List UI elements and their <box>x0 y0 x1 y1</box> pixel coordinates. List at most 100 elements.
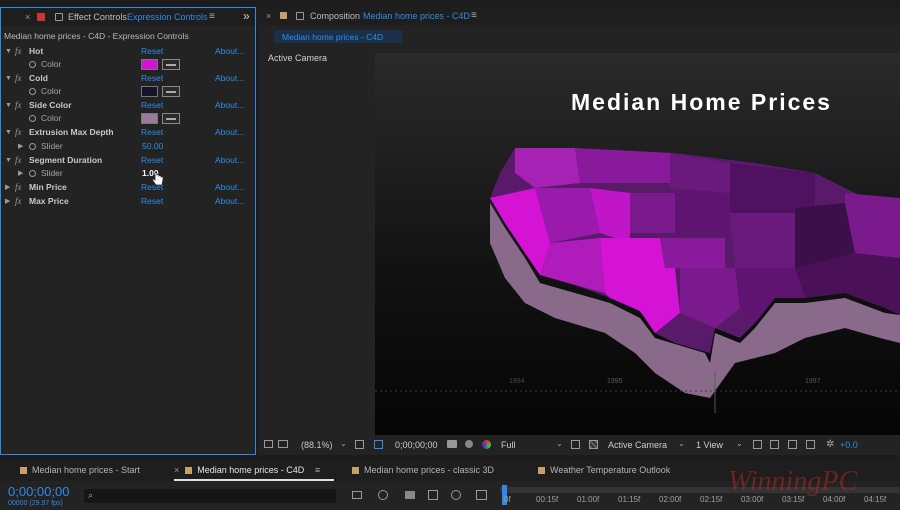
collapse-triangle-icon[interactable]: ▶ <box>5 181 10 194</box>
expand-triangle-icon[interactable]: ▼ <box>5 72 12 85</box>
camera-view-select[interactable]: Active Camera <box>608 440 667 450</box>
reset-button[interactable]: Reset <box>141 154 163 167</box>
timeline-tab-label[interactable]: Weather Temperature Outlook <box>550 465 670 475</box>
timeline-tab-weather[interactable]: Weather Temperature Outlook <box>538 459 670 481</box>
color-swatch[interactable] <box>141 113 158 124</box>
exposure-icon[interactable]: ✲ <box>826 439 834 450</box>
draft-3d-icon[interactable] <box>378 490 388 500</box>
about-button[interactable]: About... <box>215 126 244 139</box>
shy-layers-icon[interactable] <box>405 491 415 499</box>
color-swatch[interactable] <box>141 59 158 70</box>
timeline-tab-label[interactable]: Median home prices - C4D <box>197 465 304 475</box>
fx-icon[interactable]: fx <box>15 72 22 85</box>
toggle-pixel-aspect-icon[interactable] <box>753 440 762 449</box>
mask-visibility-icon[interactable] <box>374 440 383 449</box>
zoom-level[interactable]: (88.1%) <box>301 440 333 450</box>
zoom-dropdown-icon[interactable]: ⌄ <box>340 439 347 448</box>
reset-button[interactable]: Reset <box>141 72 163 85</box>
color-channel-icon[interactable] <box>482 440 491 449</box>
close-tab-icon[interactable]: × <box>25 12 30 22</box>
panel-menu-icon[interactable]: ≡ <box>209 11 215 22</box>
timeline-tab-label[interactable]: Median home prices - classic 3D <box>364 465 494 475</box>
timeline-timecode[interactable]: 0;00;00;00 <box>8 484 69 499</box>
expand-triangle-icon[interactable]: ▶ <box>18 167 23 180</box>
timeline-tab-classic-3d[interactable]: Median home prices - classic 3D <box>352 459 494 481</box>
about-button[interactable]: About... <box>215 99 244 112</box>
composition-viewer[interactable]: Median Home Prices 1994 1995 1996 1997 <box>375 53 900 435</box>
effect-controls-tab-target[interactable]: Expression Controls <box>127 12 208 22</box>
lock-icon[interactable] <box>55 13 63 21</box>
exposure-value[interactable]: +0.0 <box>840 440 858 450</box>
composition-tab-target[interactable]: Median home prices - C4D <box>363 11 470 21</box>
region-of-interest-icon[interactable] <box>571 440 580 449</box>
slider-value[interactable]: 50.00 <box>142 140 163 153</box>
eyedropper-icon[interactable] <box>162 113 180 124</box>
snapshot-camera-icon[interactable] <box>447 440 457 448</box>
about-button[interactable]: About... <box>215 195 244 208</box>
expand-triangle-icon[interactable]: ▼ <box>5 126 12 139</box>
color-swatch[interactable] <box>141 86 158 97</box>
fx-icon[interactable]: fx <box>15 45 22 58</box>
monitor-icon[interactable] <box>278 440 288 448</box>
current-timecode[interactable]: 0;00;00;00 <box>395 440 438 450</box>
stopwatch-icon[interactable] <box>29 170 36 177</box>
expand-triangle-icon[interactable]: ▶ <box>18 140 23 153</box>
flowchart-icon[interactable] <box>806 440 815 449</box>
composition-flowchart-icon[interactable] <box>352 491 362 499</box>
stopwatch-icon[interactable] <box>29 61 36 68</box>
effect-row-segment-duration[interactable]: ▼ fx Segment Duration Reset About... <box>1 154 255 167</box>
about-button[interactable]: About... <box>215 154 244 167</box>
effect-controls-tab-label[interactable]: Effect Controls <box>68 12 127 22</box>
effect-row-cold[interactable]: ▼ fx Cold Reset About... <box>1 72 255 85</box>
composition-breadcrumb[interactable]: Median home prices - C4D <box>274 30 402 43</box>
close-tab-icon[interactable]: × <box>174 465 179 475</box>
fx-icon[interactable]: fx <box>15 154 22 167</box>
timeline-tab-c4d[interactable]: × Median home prices - C4D ≡ <box>174 459 334 481</box>
eyedropper-icon[interactable] <box>162 59 180 70</box>
composition-tab-label[interactable]: Composition <box>310 11 360 21</box>
timeline-tab-label[interactable]: Median home prices - Start <box>32 465 140 475</box>
expand-triangle-icon[interactable]: ▼ <box>5 99 12 112</box>
close-tab-icon[interactable]: × <box>266 11 271 21</box>
effect-row-hot[interactable]: ▼ fx Hot Reset About... <box>1 45 255 58</box>
expand-triangle-icon[interactable]: ▼ <box>5 45 12 58</box>
fx-icon[interactable]: fx <box>15 181 22 194</box>
timeline-icon[interactable] <box>788 440 797 449</box>
reset-button[interactable]: Reset <box>141 181 163 194</box>
fx-icon[interactable]: fx <box>15 126 22 139</box>
fx-icon[interactable]: fx <box>15 195 22 208</box>
frame-blending-icon[interactable] <box>428 490 438 500</box>
view-layout-select[interactable]: 1 View <box>696 440 723 450</box>
graph-editor-icon[interactable] <box>476 490 487 500</box>
stopwatch-icon[interactable] <box>29 88 36 95</box>
stopwatch-icon[interactable] <box>29 143 36 150</box>
always-preview-icon[interactable] <box>264 440 273 448</box>
timeline-tab-start[interactable]: Median home prices - Start <box>20 459 140 481</box>
about-button[interactable]: About... <box>215 72 244 85</box>
about-button[interactable]: About... <box>215 45 244 58</box>
transparency-grid-icon[interactable] <box>589 440 598 449</box>
chevron-down-icon[interactable]: ⌄ <box>736 439 743 448</box>
chevron-down-icon[interactable]: ⌄ <box>556 439 563 448</box>
panel-menu-icon[interactable]: ≡ <box>471 10 477 21</box>
stopwatch-icon[interactable] <box>29 115 36 122</box>
reset-button[interactable]: Reset <box>141 45 163 58</box>
eyedropper-icon[interactable] <box>162 86 180 97</box>
timeline-search-input[interactable]: ⌕ <box>84 489 336 503</box>
reset-button[interactable]: Reset <box>141 99 163 112</box>
effect-row-min-price[interactable]: ▶ fx Min Price Reset About... <box>1 181 255 194</box>
composition-breadcrumb-label[interactable]: Median home prices - C4D <box>282 32 383 42</box>
resolution-select[interactable]: Full <box>501 440 516 450</box>
effect-row-side-color[interactable]: ▼ fx Side Color Reset About... <box>1 99 255 112</box>
panel-menu-icon[interactable]: ≡ <box>315 465 320 475</box>
grid-guides-icon[interactable] <box>355 440 364 449</box>
motion-blur-icon[interactable] <box>451 490 461 500</box>
fx-icon[interactable]: fx <box>15 99 22 112</box>
reset-button[interactable]: Reset <box>141 195 163 208</box>
chevron-down-icon[interactable]: ⌄ <box>678 439 685 448</box>
reset-button[interactable]: Reset <box>141 126 163 139</box>
effect-row-max-price[interactable]: ▶ fx Max Price Reset About... <box>1 195 255 208</box>
expand-triangle-icon[interactable]: ▼ <box>5 154 12 167</box>
effect-row-extrusion-max-depth[interactable]: ▼ fx Extrusion Max Depth Reset About... <box>1 126 255 139</box>
fast-previews-icon[interactable] <box>770 440 779 449</box>
